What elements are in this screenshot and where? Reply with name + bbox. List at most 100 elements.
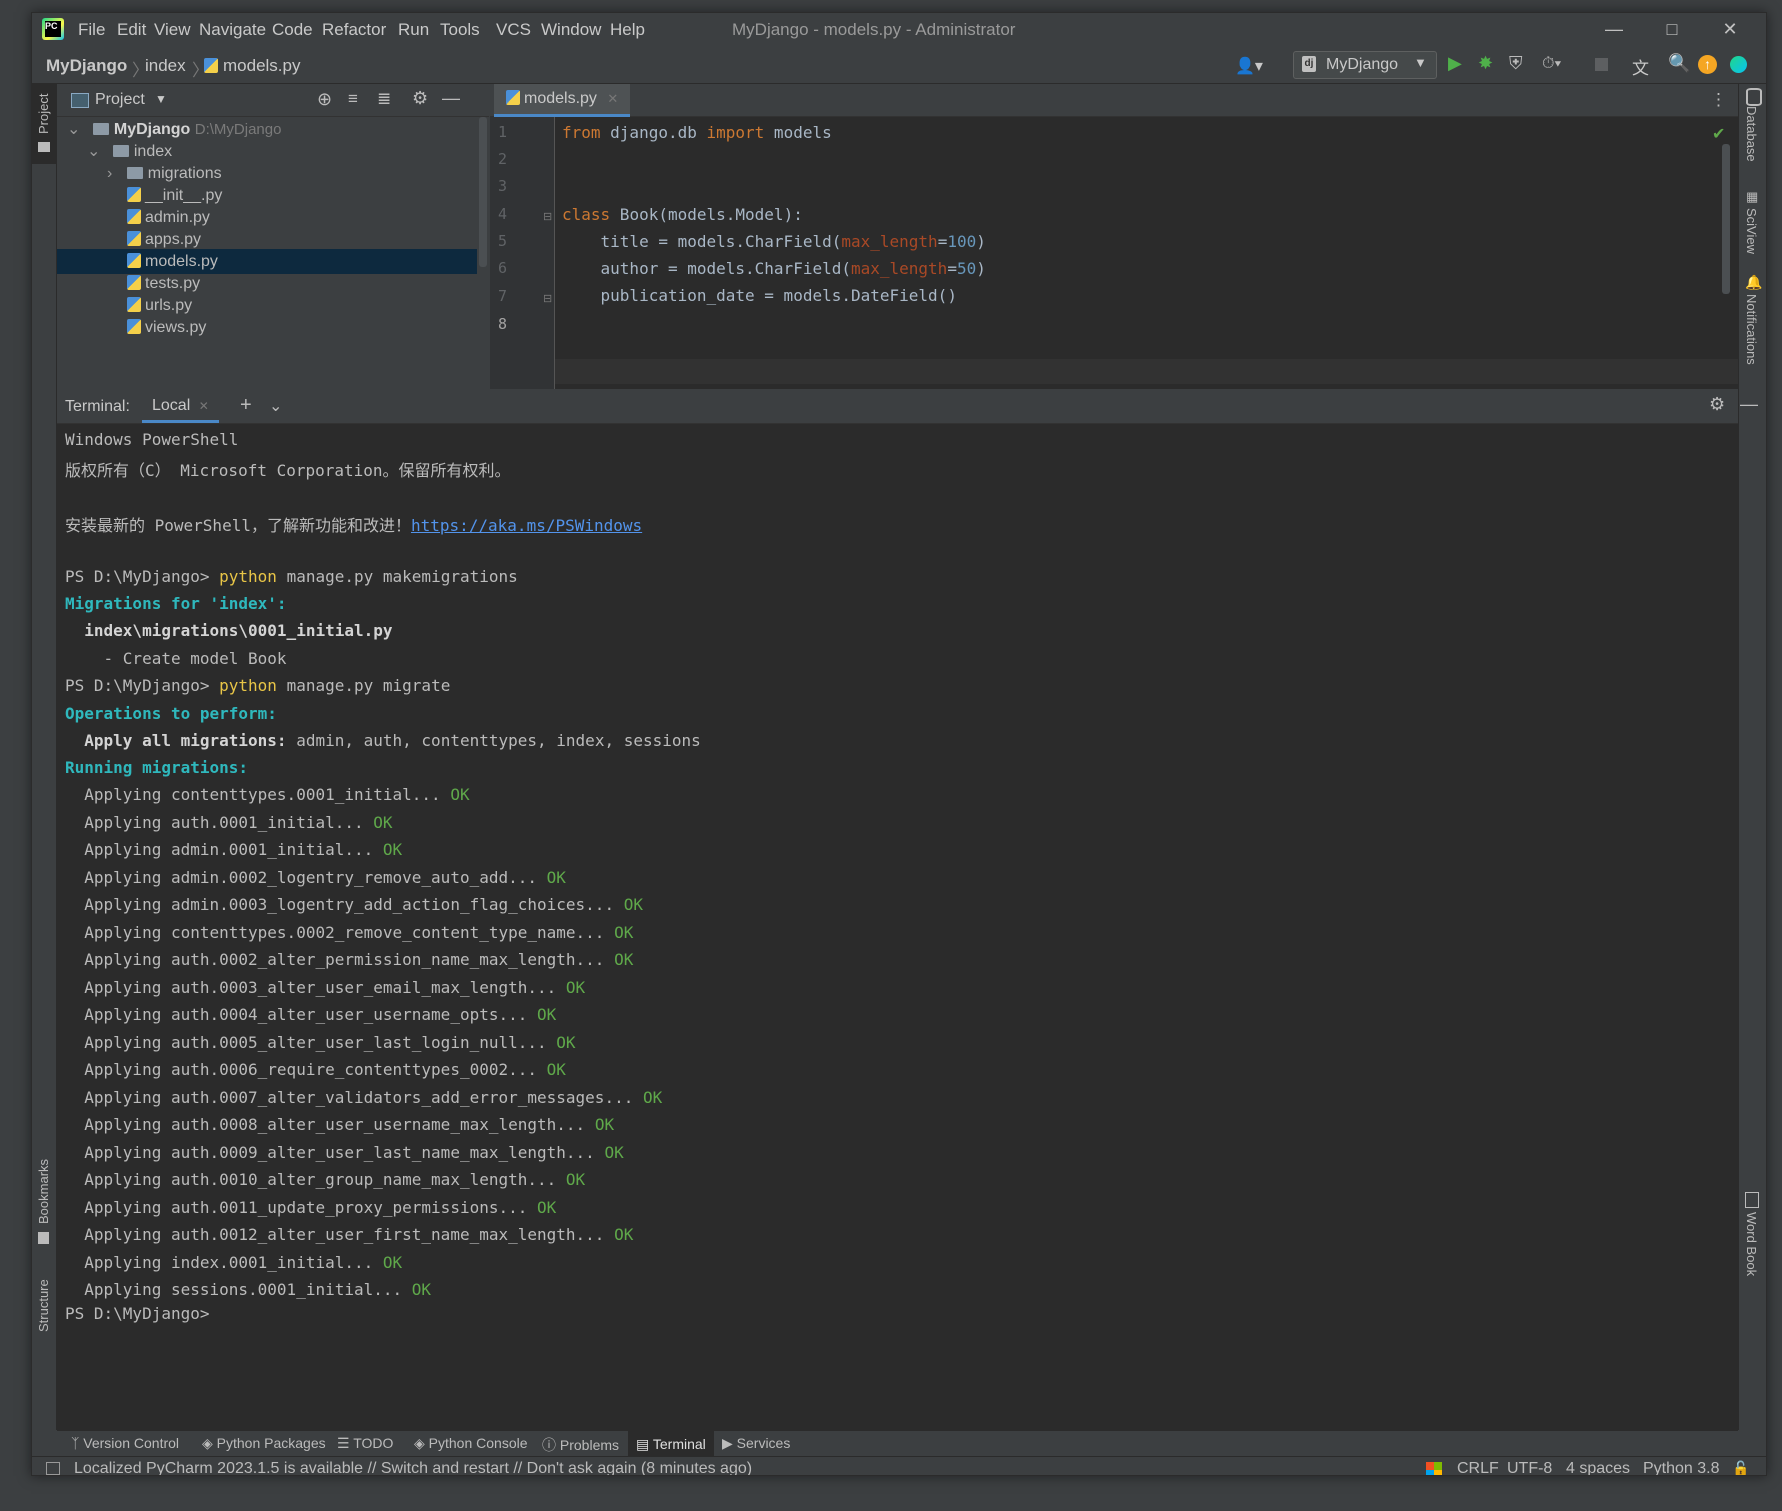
maximize-icon[interactable]: □ — [1650, 16, 1694, 42]
file-encoding[interactable]: UTF-8 — [1507, 1460, 1552, 1475]
ok-status: OK — [556, 1032, 576, 1052]
code-line-5[interactable]: title = models.CharField(max_length=100) — [562, 232, 986, 251]
update-icon[interactable]: ↑ — [1698, 55, 1717, 74]
locate-icon[interactable]: ⊕ — [317, 89, 332, 110]
close-tab-icon[interactable]: ✕ — [607, 91, 618, 106]
python-file-icon — [127, 209, 141, 224]
menu-view[interactable]: View — [154, 20, 191, 40]
tree-item-label: apps.py — [145, 231, 202, 248]
more-options-icon[interactable]: ⋮ — [1710, 90, 1727, 110]
menu-navigate[interactable]: Navigate — [199, 20, 266, 40]
migration-line: Applying auth.0006_require_contenttypes_… — [65, 1060, 566, 1079]
collapse-all-icon[interactable]: ≣ — [377, 89, 391, 109]
version-control-tab[interactable]: ᛉ Version Control — [71, 1435, 179, 1451]
menu-code[interactable]: Code — [272, 20, 313, 40]
database-tool-button[interactable]: Database — [1744, 106, 1759, 162]
migration-line: Applying contenttypes.0002_remove_conten… — [65, 922, 634, 942]
translate-icon[interactable]: 文 — [1632, 54, 1649, 79]
hide-icon[interactable]: — — [1740, 394, 1758, 415]
migration-line: Applying auth.0002_alter_permission_name… — [65, 950, 634, 969]
menu-vcs[interactable]: VCS — [496, 20, 531, 40]
terminal-tab-local[interactable]: Local ✕ — [142, 390, 219, 423]
problems-tab[interactable]: ⓘ Problems — [542, 1435, 619, 1455]
editor-scrollbar[interactable] — [1722, 144, 1730, 294]
line-number: 8 — [498, 315, 508, 333]
structure-tool-button[interactable]: Structure — [36, 1279, 51, 1332]
sciview-tool-button[interactable]: SciView — [1744, 208, 1759, 254]
word-book-tool-button[interactable]: Word Book — [1744, 1212, 1759, 1276]
powershell-link[interactable]: https://aka.ms/PSWindows — [411, 516, 642, 535]
run-config-dropdown[interactable]: dj MyDjango ▼ — [1293, 51, 1437, 79]
breadcrumb-file[interactable]: models.py — [223, 56, 300, 76]
user-icon[interactable]: 👤▾ — [1235, 56, 1263, 76]
terminal-label: Terminal: — [65, 398, 130, 415]
inspection-ok-icon[interactable]: ✔ — [1712, 124, 1725, 144]
tree-item-label: index — [133, 143, 173, 160]
todo-tab[interactable]: ☰ TODO — [337, 1435, 393, 1452]
menu-tools[interactable]: Tools — [440, 20, 480, 40]
add-tab-icon[interactable]: + — [240, 394, 252, 417]
plugin-icon[interactable] — [1730, 56, 1747, 73]
code-line-4[interactable]: class Book(models.Model): — [562, 205, 803, 224]
profile-icon[interactable]: ⏱▾ — [1542, 55, 1561, 73]
terminal-scrollbar[interactable] — [1729, 424, 1737, 1424]
chevron-down-icon: ▼ — [1414, 55, 1427, 70]
editor-tab-models[interactable]: models.py ✕ — [494, 84, 631, 117]
panel-toggle-icon[interactable] — [46, 1462, 60, 1475]
python-packages-tab[interactable]: ◈ Python Packages — [202, 1435, 326, 1452]
status-message[interactable]: Localized PyCharm 2023.1.5 is available … — [74, 1460, 752, 1475]
search-icon[interactable]: 🔍 — [1668, 53, 1690, 74]
notifications-tool-button[interactable]: Notifications — [1744, 294, 1759, 365]
menu-file[interactable]: File — [78, 20, 105, 40]
menu-run[interactable]: Run — [398, 20, 429, 40]
indent-setting[interactable]: 4 spaces — [1566, 1460, 1630, 1475]
expand-all-icon[interactable]: ≡ — [348, 89, 358, 109]
debug-icon[interactable]: ✸ — [1478, 53, 1493, 74]
package-icon — [112, 145, 129, 157]
breadcrumb-folder[interactable]: index — [145, 56, 186, 76]
terminal-tab[interactable]: ▤ Terminal — [628, 1431, 714, 1457]
fold-icon[interactable]: ⊟ — [543, 292, 552, 305]
project-view-label[interactable]: Project — [95, 91, 145, 109]
close-tab-icon[interactable]: ✕ — [199, 399, 209, 413]
code-line-1[interactable]: from django.db import models — [562, 123, 832, 142]
status-bar: Localized PyCharm 2023.1.5 is available … — [32, 1456, 1766, 1475]
bookmark-icon — [38, 1232, 49, 1244]
project-scrollbar[interactable] — [479, 117, 487, 267]
lock-icon[interactable]: 🔓 — [1732, 1460, 1749, 1475]
close-icon[interactable]: ✕ — [1708, 16, 1752, 42]
gear-icon[interactable]: ⚙ — [412, 88, 428, 109]
gear-icon[interactable]: ⚙ — [1709, 394, 1725, 415]
django-icon: dj — [1302, 56, 1316, 72]
minimize-icon[interactable]: — — [1592, 16, 1636, 42]
hide-icon[interactable]: — — [442, 88, 460, 109]
services-tab[interactable]: ▶ Services — [722, 1435, 790, 1452]
fold-icon[interactable]: ⊟ — [543, 210, 552, 223]
ok-status: OK — [614, 922, 634, 942]
windows-icon — [1426, 1462, 1442, 1475]
tree-item-views[interactable]: views.py — [57, 315, 477, 340]
stop-icon[interactable] — [1595, 58, 1608, 71]
migration-line: Applying admin.0002_logentry_remove_auto… — [65, 867, 566, 887]
run-icon[interactable]: ▶ — [1448, 53, 1462, 74]
interpreter[interactable]: Python 3.8 — [1643, 1460, 1720, 1475]
terminal-header: Terminal: Local ✕ + ⌄ ⚙ — — [57, 390, 1758, 424]
code-line-7[interactable]: publication_date = models.DateField() — [562, 286, 957, 305]
line-separator[interactable]: CRLF — [1457, 1460, 1499, 1475]
menu-window[interactable]: Window — [541, 20, 601, 40]
chevron-down-icon[interactable]: ⌄ — [269, 396, 282, 416]
python-console-tab[interactable]: ◈ Python Console — [414, 1435, 528, 1452]
menu-refactor[interactable]: Refactor — [322, 20, 386, 40]
migration-line: Applying auth.0007_alter_validators_add_… — [65, 1087, 663, 1107]
terminal-output[interactable]: Windows PowerShell 版权所有（C） Microsoft Cor… — [57, 424, 1738, 1430]
coverage-icon[interactable]: ⛨ — [1509, 53, 1523, 74]
python-file-icon — [127, 319, 141, 334]
code-line-6[interactable]: author = models.CharField(max_length=50) — [562, 259, 986, 278]
python-file-icon — [127, 231, 141, 246]
menu-help[interactable]: Help — [610, 20, 645, 40]
bookmarks-tool-button[interactable]: Bookmarks — [36, 1159, 51, 1224]
breadcrumb-project[interactable]: MyDjango — [46, 56, 127, 76]
project-tool-button[interactable]: Project — [32, 84, 56, 164]
menu-edit[interactable]: Edit — [117, 20, 146, 40]
chevron-down-icon[interactable]: ▼ — [155, 92, 167, 106]
